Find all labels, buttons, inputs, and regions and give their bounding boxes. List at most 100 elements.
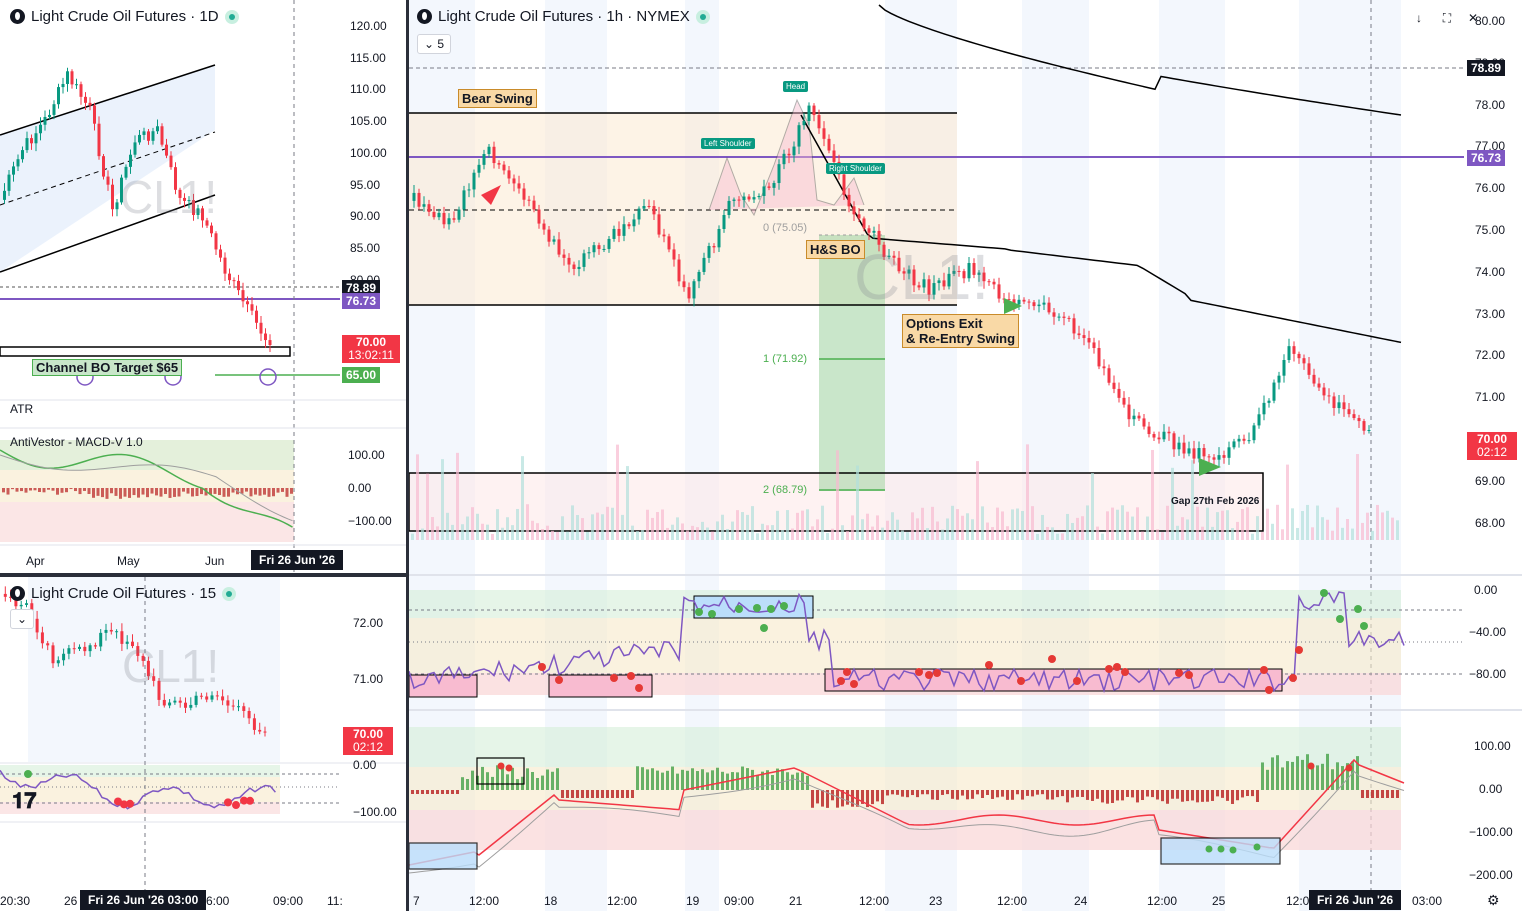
scroll-down-icon[interactable]: ↓ [1409,8,1429,28]
daily-chart-panel[interactable]: Light Crude Oil Futures · 1D CL1! 120.00… [0,0,406,573]
symbol-logo-icon [417,9,432,24]
m15-candle [88,645,92,652]
macd-bar [1386,790,1389,798]
daily-candle [133,142,137,155]
h1-osc2-tick: −200.00 [1469,868,1513,882]
m15-y-tick: 71.00 [353,672,384,686]
m15-candle [104,629,108,633]
m15-candle [99,632,103,647]
h1-candle [872,230,876,233]
h1-x-cursor-text: Fri 26 Jun '26 [1317,893,1394,907]
macd-bar [931,790,934,800]
volume-bar [1196,506,1199,540]
volume-bar [451,524,454,540]
volume-bar [436,526,439,540]
signal-dot [1345,764,1353,772]
daily-candle [25,138,29,151]
macd-bar [811,790,814,808]
signal-dot [1205,845,1213,853]
volume-bar [1146,516,1149,540]
volume-bar [1286,464,1289,540]
volume-bar [1046,526,1049,540]
h1-x-label: 12:00 [469,894,500,908]
macd-bar [571,790,574,798]
h1-chart-title[interactable]: Light Crude Oil Futures · 1h · NYMEX [417,8,710,25]
volume-bar [1316,505,1319,540]
h1-candle [1342,402,1346,410]
collapse-chevron-icon[interactable]: ⌄ [10,609,34,629]
volume-bar [551,530,554,540]
h1-candle [502,164,506,171]
h1-watermark: CL1! [854,241,990,313]
macd-bar [1066,790,1069,803]
volume-bar [1331,530,1334,540]
h1-chart-canvas[interactable] [409,0,1522,911]
macd-bar [1381,790,1384,798]
volume-bar [486,524,489,540]
daily-macd-bar [227,488,230,497]
daily-candle [259,322,263,334]
h1-y-tick: 71.00 [1475,390,1506,405]
h1-candle [567,257,571,265]
h1-x-label: 12:00 [1147,894,1178,908]
m15-candle [3,593,7,597]
symbol-logo-icon [10,586,25,601]
macd-label[interactable]: AntiVestor - MACD-V 1.0 [10,435,143,449]
volume-bar [1001,511,1004,540]
h1-candle [412,192,416,201]
daily-chart-title[interactable]: Light Crude Oil Futures · 1D [10,8,239,25]
h1-candle [852,206,856,215]
m15-chart-title[interactable]: Light Crude Oil Futures · 15 [10,585,237,602]
signal-dot [224,798,232,807]
h1-candle [1172,433,1176,450]
volume-bar [1356,454,1359,540]
indicators-toggle-button[interactable]: ⌄ 5 [417,34,451,54]
h1-x-label: 18 [544,894,558,908]
signal-dot [232,801,240,810]
daily-candle [165,144,168,156]
macd-bar [1306,754,1309,790]
daily-macd-bar [51,488,55,491]
volume-bar [1376,504,1379,540]
m15-candle [109,629,113,632]
m15-chart-panel[interactable]: Light Crude Oil Futures · 15 ⌄ CL1! 72.0… [0,577,406,911]
tradingview-logo-icon[interactable]: 𝟏𝟕 [12,789,36,814]
volume-bar [716,521,719,540]
volume-bar [506,517,509,540]
h1-chart-panel[interactable]: Light Crude Oil Futures · 1h · NYMEX ⌄ 5… [409,0,1522,911]
volume-bar [536,523,539,540]
settings-gear-icon[interactable]: ⚙ [1487,892,1500,909]
atr-label[interactable]: ATR [10,402,33,416]
volume-bar [521,456,524,540]
volume-bar [616,444,619,540]
volume-bar [631,525,634,540]
daily-x-label: May [117,554,140,568]
macd-bar [1146,790,1149,797]
daily-macd-bar [254,488,257,495]
signal-dot [1017,677,1025,685]
macd-bar [671,766,674,790]
volume-bar [961,515,964,540]
h1-candle [807,105,811,121]
volume-bar [676,517,679,540]
h1-candle [842,174,846,195]
h1-y-tick: 76.00 [1475,181,1506,196]
macd-bar [971,790,974,799]
daily-candle [250,304,254,311]
signal-dot [1307,762,1315,770]
signal-dot [1073,677,1081,685]
volume-bar [886,520,889,540]
macd-bar [1251,790,1254,797]
volume-bar [696,527,699,540]
signal-dot [1260,666,1268,674]
daily-candle [228,273,231,281]
volume-bar [1116,509,1119,540]
volume-bar [476,513,479,540]
macd-bar [976,790,979,795]
macd-bar [751,769,754,790]
maximize-icon[interactable]: ⛶ [1437,8,1457,28]
signal-dot [1229,846,1237,854]
macd-bar [946,790,949,795]
signal-dot [1113,663,1121,671]
daily-candle [3,190,6,200]
